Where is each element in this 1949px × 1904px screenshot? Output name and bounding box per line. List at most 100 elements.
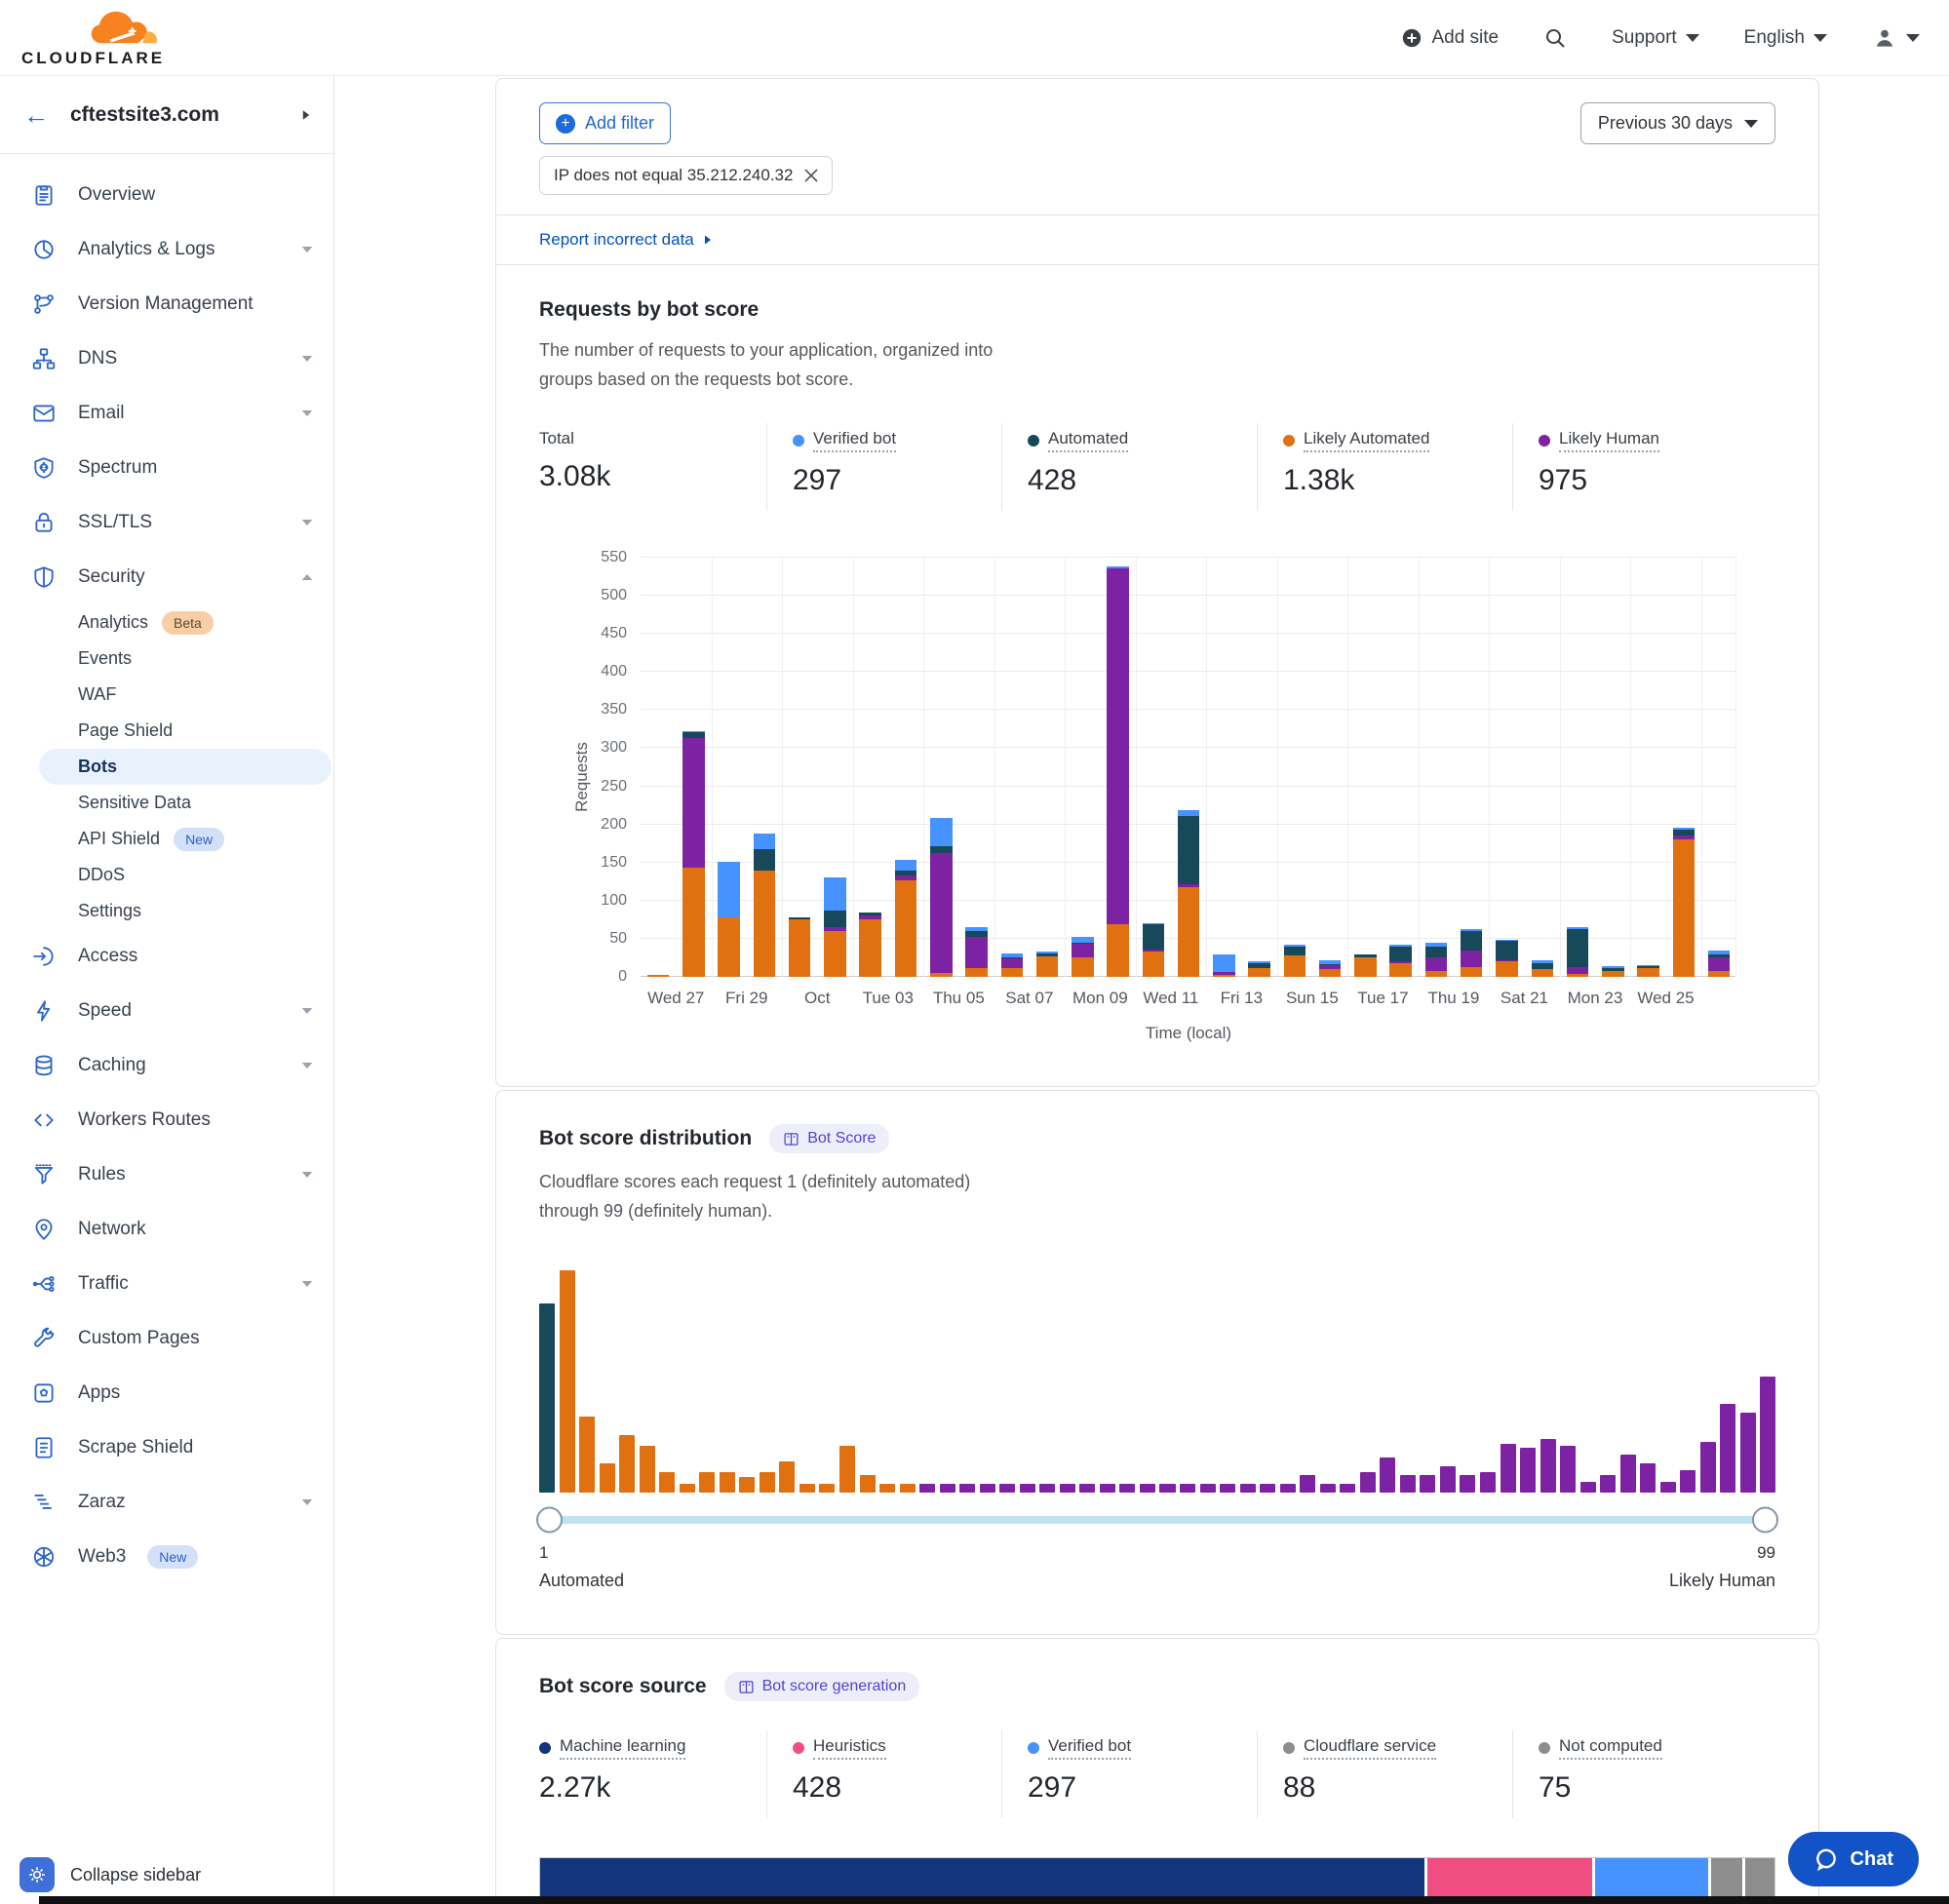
add-filter-button[interactable]: + Add filter bbox=[539, 102, 671, 144]
bar-slot bbox=[1206, 558, 1241, 977]
sidebar-item-ddos[interactable]: DDoS bbox=[0, 857, 333, 893]
sidebar-item-settings[interactable]: Settings bbox=[0, 893, 333, 929]
sidebar-item-caching[interactable]: Caching bbox=[0, 1038, 333, 1093]
filter-bar: + Add filter Previous 30 days IP does no… bbox=[496, 79, 1818, 214]
stacked-bar bbox=[754, 834, 775, 977]
chevron-up-icon bbox=[302, 574, 313, 580]
bot-score-badge[interactable]: Bot Score bbox=[769, 1124, 889, 1153]
time-range-select[interactable]: Previous 30 days bbox=[1580, 102, 1775, 144]
bot-score-generation-badge[interactable]: Bot score generation bbox=[724, 1672, 920, 1701]
sidebar-item-network[interactable]: Network bbox=[0, 1202, 333, 1257]
sidebar-item-rules[interactable]: Rules bbox=[0, 1147, 333, 1202]
histogram-bar bbox=[1360, 1472, 1376, 1493]
stat-label[interactable]: Likely Automated bbox=[1304, 429, 1429, 452]
score-range-slider[interactable] bbox=[539, 1516, 1775, 1524]
slider-handle-min[interactable] bbox=[536, 1507, 563, 1534]
stat-value: 428 bbox=[1028, 464, 1257, 497]
plus-icon: + bbox=[556, 114, 575, 134]
sidebar-item-overview[interactable]: Overview bbox=[0, 168, 333, 222]
sidebar-item-access[interactable]: Access bbox=[0, 929, 333, 984]
bar-slot bbox=[994, 558, 1030, 977]
remove-filter-icon[interactable] bbox=[804, 169, 818, 182]
histogram-bar bbox=[1340, 1484, 1355, 1493]
sidebar-item-sensitive-data[interactable]: Sensitive Data bbox=[0, 785, 333, 821]
support-menu[interactable]: Support bbox=[1612, 27, 1699, 49]
bar-slot bbox=[1312, 558, 1347, 977]
sidebar-item-waf[interactable]: WAF bbox=[0, 677, 333, 713]
sidebar-item-apps[interactable]: Apps bbox=[0, 1366, 333, 1420]
stat-label: Total bbox=[539, 429, 574, 448]
histogram-bar bbox=[699, 1472, 715, 1493]
stacked-bar bbox=[1213, 954, 1234, 977]
add-site-button[interactable]: Add site bbox=[1401, 27, 1499, 49]
back-arrow-icon[interactable]: ← bbox=[23, 102, 49, 128]
sidebar-item-label: Events bbox=[78, 648, 132, 669]
sidebar-item-web3[interactable]: Web3New bbox=[0, 1530, 333, 1584]
filter-chip[interactable]: IP does not equal 35.212.240.32 bbox=[539, 156, 833, 195]
stat-value: 88 bbox=[1283, 1771, 1512, 1805]
chat-button[interactable]: Chat bbox=[1788, 1832, 1919, 1886]
sidebar-item-api-shield[interactable]: API ShieldNew bbox=[0, 821, 333, 857]
sidebar-item-dns[interactable]: DNS bbox=[0, 331, 333, 386]
stacked-bar bbox=[1567, 927, 1588, 977]
stat-label[interactable]: Automated bbox=[1048, 429, 1128, 452]
legend-dot bbox=[1028, 435, 1039, 447]
histogram-bar bbox=[860, 1475, 876, 1493]
slider-handle-max[interactable] bbox=[1752, 1507, 1778, 1534]
histogram-bar bbox=[579, 1417, 595, 1493]
sidebar-item-version-management[interactable]: Version Management bbox=[0, 277, 333, 331]
sidebar-item-security[interactable]: Security bbox=[0, 550, 333, 604]
sidebar-item-workers-routes[interactable]: Workers Routes bbox=[0, 1093, 333, 1147]
sidebar-item-email[interactable]: Email bbox=[0, 386, 333, 441]
stacked-bar bbox=[930, 818, 952, 977]
sidebar-item-traffic[interactable]: Traffic bbox=[0, 1257, 333, 1311]
stat-heuristics: Heuristics428 bbox=[766, 1730, 1001, 1818]
chevron-down-icon bbox=[302, 1008, 313, 1014]
bar-slot bbox=[1277, 558, 1312, 977]
chevron-right-icon[interactable] bbox=[303, 110, 309, 120]
collapse-sidebar-button[interactable]: Collapse sidebar bbox=[19, 1857, 201, 1892]
report-incorrect-data-link[interactable]: Report incorrect data bbox=[496, 215, 1818, 264]
stat-label[interactable]: Likely Human bbox=[1559, 429, 1659, 452]
stat-label[interactable]: Not computed bbox=[1559, 1736, 1662, 1760]
sidebar-item-bots[interactable]: Bots bbox=[39, 749, 331, 785]
stat-label[interactable]: Verified bot bbox=[813, 429, 896, 452]
stat-value: 975 bbox=[1539, 464, 1775, 497]
account-menu[interactable] bbox=[1872, 25, 1920, 51]
bar-segment-automated bbox=[1178, 816, 1199, 884]
sidebar-item-analytics-logs[interactable]: Analytics & Logs bbox=[0, 222, 333, 277]
bar-segment-verified-bot bbox=[895, 860, 916, 871]
sidebar-item-speed[interactable]: Speed bbox=[0, 984, 333, 1038]
sidebar-item-events[interactable]: Events bbox=[0, 641, 333, 677]
cloudflare-logo[interactable]: CLOUDFLARE bbox=[21, 8, 165, 68]
security-icon bbox=[31, 564, 57, 590]
chevron-down-icon bbox=[302, 520, 313, 525]
sidebar-item-zaraz[interactable]: Zaraz bbox=[0, 1475, 333, 1530]
rules-icon bbox=[31, 1162, 57, 1187]
email-icon bbox=[31, 401, 57, 426]
bar-segment-automated bbox=[1143, 924, 1164, 950]
histogram-bar bbox=[1240, 1484, 1256, 1493]
histogram-bar bbox=[1100, 1484, 1115, 1493]
bar-segment-automated bbox=[754, 849, 775, 871]
sidebar-item-custom-pages[interactable]: Custom Pages bbox=[0, 1311, 333, 1366]
new-badge: New bbox=[174, 828, 224, 851]
stat-label[interactable]: Cloudflare service bbox=[1304, 1736, 1436, 1760]
bar-slot bbox=[712, 558, 747, 977]
stat-label[interactable]: Verified bot bbox=[1048, 1736, 1131, 1760]
stat-label[interactable]: Machine learning bbox=[560, 1736, 685, 1760]
sidebar-item-ssl-tls[interactable]: SSL/TLS bbox=[0, 495, 333, 550]
histogram-bar bbox=[1300, 1475, 1315, 1493]
bar-segment-automated bbox=[1284, 947, 1306, 955]
search-icon[interactable] bbox=[1543, 26, 1567, 50]
sidebar-item-analytics[interactable]: AnalyticsBeta bbox=[0, 604, 333, 641]
stat-label-row: Cloudflare service bbox=[1283, 1736, 1512, 1760]
gear-icon[interactable] bbox=[19, 1857, 55, 1892]
slider-max-value: 99 bbox=[1757, 1543, 1775, 1563]
site-header[interactable]: ← cftestsite3.com bbox=[0, 76, 333, 154]
stat-label[interactable]: Heuristics bbox=[813, 1736, 886, 1760]
language-menu[interactable]: English bbox=[1744, 27, 1827, 49]
sidebar-item-page-shield[interactable]: Page Shield bbox=[0, 713, 333, 749]
sidebar-item-spectrum[interactable]: Spectrum bbox=[0, 441, 333, 495]
sidebar-item-scrape-shield[interactable]: Scrape Shield bbox=[0, 1420, 333, 1475]
